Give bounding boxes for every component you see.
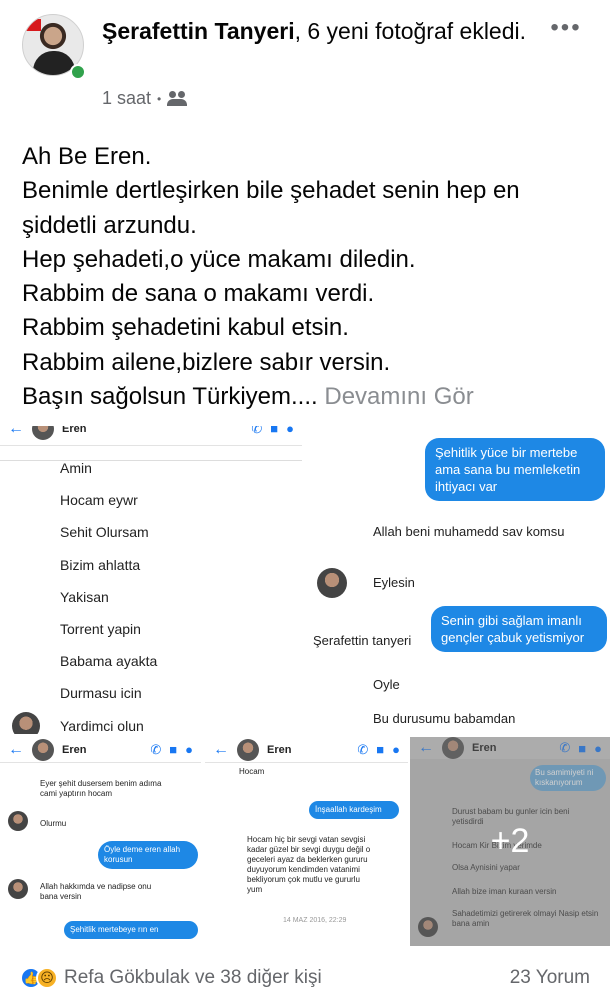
- online-status-dot: [70, 64, 86, 80]
- comments-count[interactable]: 23 Yorum: [510, 967, 590, 989]
- post-header: Şerafettin Tanyeri, 6 yeni fotoğraf ekle…: [0, 0, 610, 120]
- message: Yakisan: [60, 588, 109, 605]
- post-author-line: Şerafettin Tanyeri, 6 yeni fotoğraf ekle…: [102, 16, 542, 47]
- more-options-button[interactable]: •••: [546, 14, 586, 42]
- sender-avatar: [8, 879, 28, 899]
- message-list: Amin Hocam eywr Sehit Olursam Bizim ahla…: [60, 458, 157, 734]
- post-text-line: Rabbim ailene,bizlere sabır versin.: [22, 348, 391, 376]
- post-text-line: Benimle dertleşirken bile şehadet senin …: [22, 177, 520, 205]
- post-text: Ah Be Eren. Benimle dertleşirken bile şe…: [22, 140, 597, 414]
- phone-icon: ✆: [150, 741, 162, 757]
- back-arrow-icon: ←: [8, 426, 24, 437]
- photo-tile[interactable]: ← Eren ✆ ■ ● Hocam İnşaallah kardeşim Ho…: [205, 737, 408, 946]
- messenger-header: ← Eren ✆ ■ ●: [0, 426, 302, 446]
- info-icon: ●: [185, 742, 193, 757]
- sender-avatar: [8, 811, 28, 831]
- flag-icon: [25, 19, 41, 31]
- message: Yardimci olun: [60, 717, 144, 734]
- message: Allah beni muhamedd sav komsu: [373, 524, 565, 539]
- info-icon: ●: [392, 742, 400, 757]
- photo-tile[interactable]: ← Eren ✆ ■ ● Eyer şehit dusersem benim a…: [0, 737, 203, 946]
- message: Bu durusumu babamdan: [373, 711, 516, 726]
- post-action: , 6 yeni fotoğraf ekledi.: [294, 18, 527, 44]
- back-arrow-icon: ←: [8, 740, 24, 758]
- sad-icon[interactable]: ☹: [36, 966, 58, 989]
- photo-tile[interactable]: Şehitlik yüce bir mertebe ama sana bu me…: [305, 426, 610, 734]
- post-text-line: Rabbim şehadetini kabul etsin.: [22, 314, 349, 342]
- message-bubble-sent: Şehitlik yüce bir mertebe ama sana bu me…: [425, 438, 605, 501]
- sender-avatar: [317, 568, 347, 598]
- message: Hocam eywr: [60, 492, 138, 509]
- sender-avatar: [12, 712, 40, 734]
- message: Oyle: [373, 677, 400, 692]
- contact-avatar: [32, 738, 54, 761]
- message-timestamp: 14 MAZ 2016, 22:29: [283, 917, 347, 924]
- contact-name: Eren: [62, 426, 87, 435]
- photo-tile[interactable]: ← Eren ✆ ■ ● Bu samimiyeti ni kıskanıyor…: [410, 737, 610, 946]
- sender-name: Şerafettin tanyeri: [313, 633, 412, 648]
- friends-icon: [167, 90, 189, 107]
- see-more-link[interactable]: Devamını Gör: [324, 383, 473, 410]
- video-icon: ■: [376, 742, 385, 757]
- message: Hocam hiç bir sevgi vatan sevgisi kadar …: [247, 835, 371, 894]
- contact-avatar: [32, 426, 54, 440]
- message: Babama ayakta: [60, 653, 158, 670]
- post-meta: 1 saat •: [102, 88, 189, 109]
- message-bubble-sent: Öyle deme eren allah korusun: [98, 841, 198, 869]
- photo-grid: ← Eren ✆ ■ ● Amin Hocam eywr Sehit Olurs…: [0, 426, 610, 946]
- info-icon: ●: [286, 426, 294, 436]
- message: Eylesin: [373, 575, 415, 590]
- post-text-line: Rabbim de sana o makamı verdi.: [22, 280, 375, 308]
- photo-tile[interactable]: ← Eren ✆ ■ ● Amin Hocam eywr Sehit Olurs…: [0, 426, 302, 734]
- contact-avatar: [237, 738, 259, 761]
- contact-name: Eren: [267, 743, 292, 756]
- message: Amin: [60, 460, 92, 476]
- video-icon: ■: [169, 742, 178, 757]
- contact-name: Eren: [62, 743, 87, 756]
- message: Torrent yapin: [60, 620, 141, 637]
- video-icon: ■: [270, 426, 279, 436]
- message: Sehit Olursam: [60, 524, 149, 541]
- reactions-summary[interactable]: Refa Gökbulak ve 38 diğer kişi: [64, 967, 322, 989]
- message: Allah hakkımda ve nadipse onu bana versi…: [40, 882, 152, 901]
- meta-separator: •: [157, 91, 162, 106]
- post-time[interactable]: 1 saat: [102, 88, 151, 109]
- messenger-header: ← Eren ✆ ■ ●: [205, 737, 408, 763]
- message: Bizim ahlatta: [60, 556, 141, 573]
- phone-icon: ✆: [251, 426, 263, 436]
- post-text-line: şiddetli arzundu.: [22, 211, 197, 239]
- messenger-header: ← Eren ✆ ■ ●: [0, 737, 201, 763]
- message-bubble-sent: İnşaallah kardeşim: [309, 801, 399, 819]
- author-name[interactable]: Şerafettin Tanyeri: [102, 18, 295, 44]
- post-text-line: Hep şehadeti,o yüce makamı diledin.: [22, 245, 416, 273]
- message: Olurmu: [40, 819, 67, 828]
- message: Eyer şehit dusersem benim adıma cami yap…: [40, 779, 162, 798]
- back-arrow-icon: ←: [213, 740, 229, 758]
- message-bubble-sent: Senin gibi sağlam imanlı gençler çabuk y…: [431, 606, 607, 652]
- message: Hocam: [239, 767, 265, 776]
- message: Durmasu icin: [60, 685, 142, 702]
- post-text-line: Ah Be Eren.: [22, 143, 152, 170]
- post-footer: 👍 ☹ Refa Gökbulak ve 38 diğer kişi 23 Yo…: [0, 955, 610, 1000]
- phone-icon: ✆: [357, 741, 369, 757]
- more-photos-overlay[interactable]: +2: [410, 737, 610, 946]
- post-text-line: Başın sağolsun Türkiyem.... Devamını Gör: [22, 383, 474, 411]
- message-bubble-sent: Şehitlik mertebeye rın en: [64, 921, 198, 939]
